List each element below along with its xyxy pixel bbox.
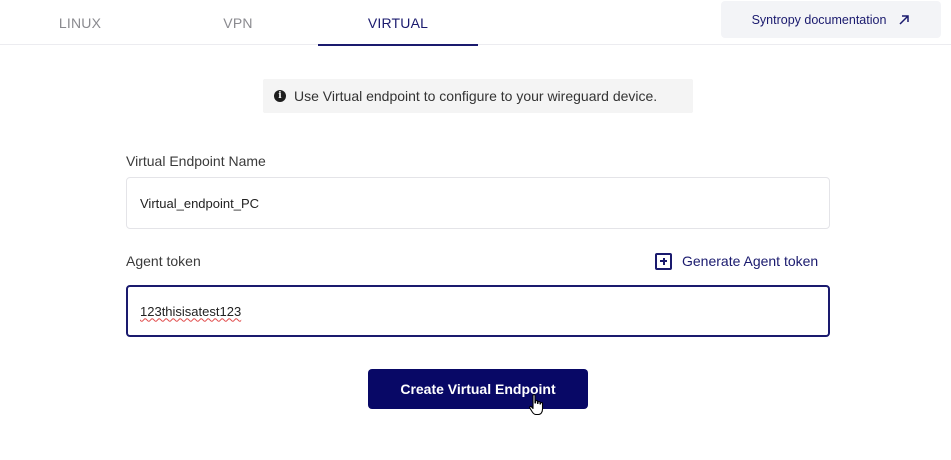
tab-bar: LINUX VPN VIRTUAL Syntropy documentation <box>0 0 951 46</box>
agent-token-value: 123thisisatest123 <box>140 303 242 319</box>
tab-linux[interactable]: LINUX <box>0 0 160 45</box>
endpoint-name-label: Virtual Endpoint Name <box>126 153 266 169</box>
plus-square-icon <box>655 252 672 270</box>
generate-agent-token-button[interactable]: Generate Agent token <box>655 252 818 270</box>
info-icon: i <box>274 90 286 102</box>
endpoint-name-input[interactable]: Virtual_endpoint_PC <box>126 177 830 229</box>
info-text: Use Virtual endpoint to configure to you… <box>294 88 658 104</box>
agent-token-label: Agent token <box>126 253 201 269</box>
generate-agent-token-label: Generate Agent token <box>682 253 819 269</box>
agent-token-input[interactable]: 123thisisatest123 <box>126 285 830 337</box>
tab-vpn[interactable]: VPN <box>158 0 318 45</box>
tab-virtual[interactable]: VIRTUAL <box>318 0 478 46</box>
create-virtual-endpoint-button[interactable]: Create Virtual Endpoint <box>368 369 588 409</box>
hand-pointer-icon <box>529 394 544 416</box>
info-banner: i Use Virtual endpoint to configure to y… <box>263 79 693 113</box>
endpoint-name-value: Virtual_endpoint_PC <box>140 195 260 211</box>
doc-link-label: Syntropy documentation <box>751 12 887 27</box>
syntropy-documentation-link[interactable]: Syntropy documentation <box>721 1 941 38</box>
page: LINUX VPN VIRTUAL Syntropy documentation… <box>0 0 951 460</box>
external-arrow-icon <box>899 14 910 25</box>
